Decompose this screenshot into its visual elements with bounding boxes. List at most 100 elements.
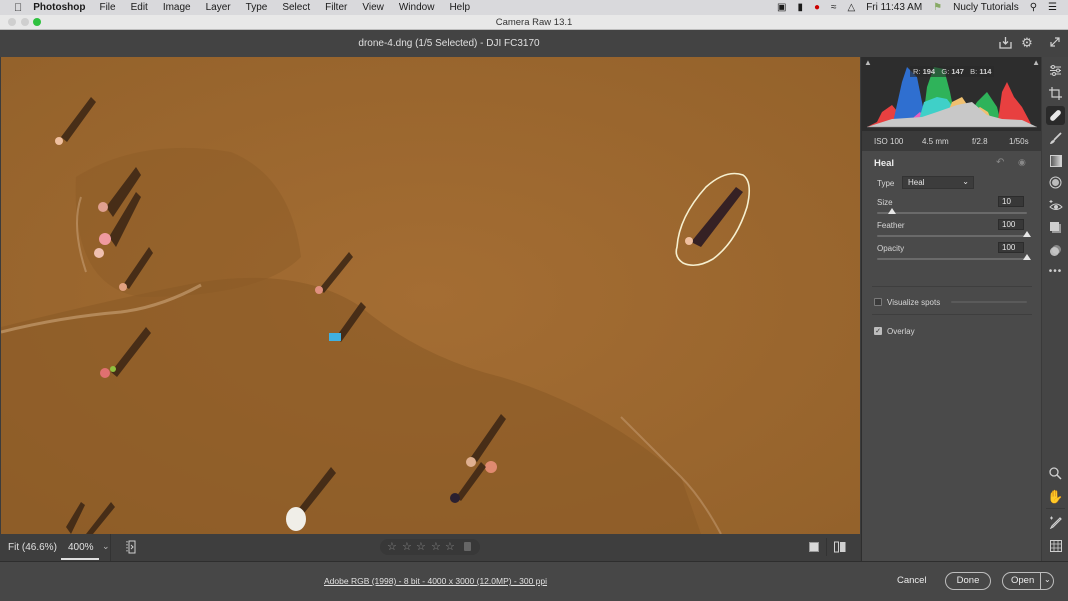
size-label: Size (877, 198, 893, 207)
color-sampler-icon[interactable] (1046, 513, 1065, 532)
wifi-icon[interactable]: ≈ (831, 2, 837, 13)
edit-sliders-icon[interactable] (1046, 61, 1065, 80)
opacity-slider-track[interactable] (877, 258, 1027, 260)
creative-cloud-icon[interactable]: ● (814, 2, 820, 13)
open-button-label: Open (1011, 575, 1035, 586)
menu-view[interactable]: View (362, 2, 384, 13)
before-after-single-view-icon[interactable] (809, 542, 819, 552)
file-info: drone-4.dng (1/5 Selected) - DJI FC3170 (358, 38, 540, 49)
b-value: 114 (979, 67, 992, 76)
zoom-level-value[interactable]: 400% (68, 542, 94, 553)
close-window-button[interactable] (8, 18, 16, 26)
battery-icon[interactable]: ▮ (797, 2, 803, 13)
fit-zoom-button[interactable]: Fit (46.6%) (8, 542, 57, 553)
r-value: 194 (922, 67, 936, 76)
hand-tool-icon[interactable]: ✋ (1046, 487, 1065, 506)
notification-center-icon[interactable]: ☰ (1048, 2, 1057, 13)
rating-star-2[interactable]: ☆ (402, 540, 412, 553)
zoom-window-button[interactable] (33, 18, 41, 26)
menu-edit[interactable]: Edit (131, 2, 148, 13)
rating-star-3[interactable]: ☆ (416, 540, 426, 553)
opacity-label: Opacity (877, 244, 905, 253)
preview-bottom-bar: Fit (46.6%) 400% ⌄ ☆ ☆ ☆ ☆ ☆ (0, 534, 860, 561)
radial-filter-icon[interactable] (1046, 173, 1065, 192)
menu-select[interactable]: Select (282, 2, 310, 13)
menu-image[interactable]: Image (163, 2, 191, 13)
airplay-icon[interactable]: △ (848, 2, 856, 13)
open-button[interactable]: Open ⌄ (1002, 572, 1054, 590)
feather-input[interactable]: 100 (998, 219, 1024, 230)
crop-rotate-icon[interactable] (1046, 84, 1065, 103)
size-slider-thumb[interactable] (888, 208, 896, 214)
open-options-chevron-icon[interactable]: ⌄ (1044, 572, 1051, 588)
image-preview-canvas[interactable] (1, 57, 860, 534)
menu-filter[interactable]: Filter (325, 2, 347, 13)
type-label: Type (877, 179, 895, 188)
type-dropdown-value: Heal (908, 178, 925, 187)
fullscreen-toggle-icon[interactable] (1048, 36, 1062, 50)
spotlight-search-icon[interactable]: ⚲ (1030, 2, 1037, 13)
trash-icon[interactable] (464, 542, 471, 551)
heal-panel-title: Heal (874, 158, 895, 169)
window-titlebar: Camera Raw 13.1 (0, 15, 1068, 30)
divider (110, 534, 111, 561)
more-options-icon[interactable]: ••• (1046, 262, 1065, 281)
mac-menubar:  Photoshop File Edit Image Layer Type S… (0, 0, 1068, 15)
feather-slider-track[interactable] (877, 235, 1027, 237)
opacity-slider-thumb[interactable] (1023, 254, 1031, 260)
r-label: R: (913, 67, 921, 76)
aperture-value: f/2.8 (972, 137, 988, 146)
clock[interactable]: Fri 11:43 AM (866, 2, 922, 13)
rating-star-4[interactable]: ☆ (431, 540, 441, 553)
size-input[interactable]: 10 (998, 196, 1024, 207)
menu-layer[interactable]: Layer (206, 2, 231, 13)
overlay-checkbox[interactable]: ✓ (874, 327, 882, 335)
spot-removal-healing-icon[interactable] (1046, 106, 1065, 125)
flag-icon[interactable]: ⚑ (933, 2, 942, 13)
menu-help[interactable]: Help (449, 2, 470, 13)
before-after-split-view-icon[interactable] (834, 541, 846, 556)
visibility-eye-icon[interactable]: ◉ (1018, 157, 1026, 168)
histogram: ▲ ▲ R: 194 G: 147 B: 114 (862, 57, 1042, 131)
iso-value: ISO 100 (874, 137, 904, 146)
zoom-magnifier-icon[interactable] (1046, 464, 1065, 483)
feather-slider-thumb[interactable] (1023, 231, 1031, 237)
adjustment-brush-icon[interactable] (1046, 129, 1065, 148)
save-image-icon[interactable] (998, 36, 1012, 50)
presets-icon[interactable] (1046, 241, 1065, 260)
visualize-spots-slider[interactable] (951, 301, 1027, 303)
user-name[interactable]: Nucly Tutorials (953, 2, 1019, 13)
graduated-filter-icon[interactable] (1046, 151, 1065, 170)
done-button[interactable]: Done (945, 572, 991, 590)
visualize-spots-checkbox[interactable] (874, 298, 882, 306)
rating-star-5[interactable]: ☆ (445, 540, 455, 553)
divider (872, 314, 1032, 315)
size-slider-track[interactable] (877, 212, 1027, 214)
apple-icon[interactable]:  (14, 2, 22, 14)
overlay-label: Overlay (887, 327, 915, 336)
camera-icon[interactable]: ▣ (777, 2, 786, 13)
grid-overlay-icon[interactable] (1046, 536, 1065, 555)
zoom-dropdown-chevron-icon[interactable]: ⌄ (102, 541, 110, 552)
menu-app-name[interactable]: Photoshop (33, 2, 85, 13)
focal-length-value: 4.5 mm (922, 137, 949, 146)
cancel-button[interactable]: Cancel (897, 575, 927, 586)
chevron-down-icon: ⌄ (962, 177, 969, 186)
reset-undo-icon[interactable]: ↶ (996, 157, 1004, 168)
divider (1046, 508, 1065, 509)
opacity-input[interactable]: 100 (998, 242, 1024, 253)
divider (1040, 573, 1041, 589)
settings-gear-icon[interactable]: ⚙ (1020, 36, 1034, 50)
visualize-spots-label: Visualize spots (887, 298, 941, 307)
filmstrip-toggle-icon[interactable] (125, 540, 137, 557)
menu-file[interactable]: File (99, 2, 115, 13)
snapshots-icon[interactable] (1046, 218, 1065, 237)
window-title: Camera Raw 13.1 (495, 17, 573, 28)
workflow-options-link[interactable]: Adobe RGB (1998) - 8 bit - 4000 x 3000 (… (324, 576, 547, 586)
red-eye-removal-icon[interactable] (1046, 196, 1065, 215)
menu-type[interactable]: Type (246, 2, 268, 13)
rating-star-1[interactable]: ☆ (387, 540, 397, 553)
menu-window[interactable]: Window (399, 2, 435, 13)
type-dropdown[interactable]: Heal ⌄ (902, 176, 974, 189)
minimize-window-button[interactable] (21, 18, 29, 26)
